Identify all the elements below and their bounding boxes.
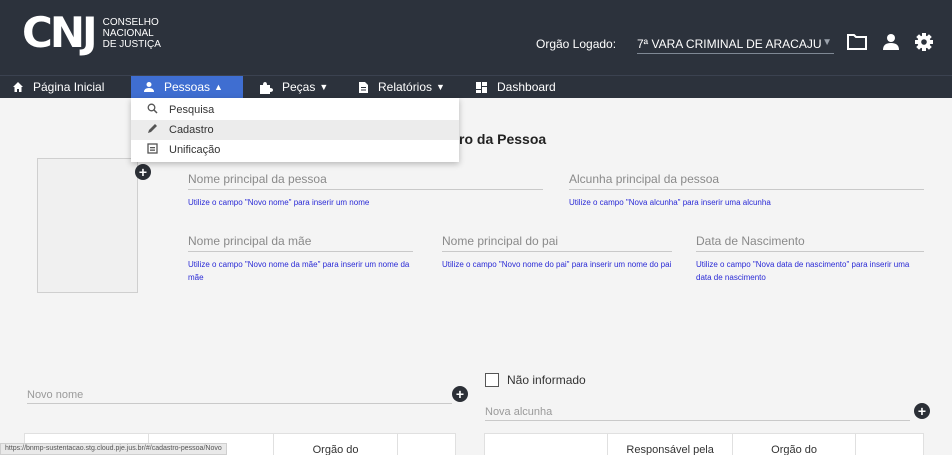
logo-line: NACIONAL: [102, 27, 154, 39]
nome-mae-field: Nome principal da mãe Utilize o campo "N…: [188, 234, 413, 284]
chevron-down-icon: ▼: [319, 82, 329, 92]
nav-item-pagina-inicial[interactable]: Página Inicial: [12, 76, 104, 98]
menu-item-label: Unificação: [169, 144, 221, 156]
data-nascimento-hint: Utilize o campo "Nova data de nascimento…: [696, 260, 910, 282]
puzzle-icon: [260, 81, 273, 94]
orgao-logado-label: Orgão Logado:: [536, 37, 617, 51]
nav-item-label: Relatórios: [378, 80, 433, 94]
table-header-cell: [856, 434, 923, 455]
nav-item-label: Pessoas: [164, 80, 211, 94]
data-nascimento-label: Data de Nascimento: [696, 234, 924, 252]
nav-item-pecas[interactable]: Peças ▼: [259, 76, 328, 98]
add-nome-icon[interactable]: +: [452, 386, 468, 402]
user-icon[interactable]: [880, 32, 902, 52]
pessoas-dropdown-menu: Pesquisa Cadastro Unificação: [131, 98, 459, 162]
menu-item-unificacao[interactable]: Unificação: [131, 140, 459, 160]
orgao-select[interactable]: 7ª VARA CRIMINAL DE ARACAJU ▼: [637, 34, 834, 54]
table-header-cell: Responsável pela: [608, 434, 733, 455]
merge-icon: [145, 143, 159, 157]
menu-item-label: Pesquisa: [169, 104, 215, 116]
nav-item-relatorios[interactable]: Relatórios ▼: [358, 76, 445, 98]
add-alcunha-icon[interactable]: +: [914, 403, 930, 419]
checkbox-box[interactable]: [485, 373, 499, 387]
main-nav: Página Inicial Pessoas ▲ Peças ▼ Relatór…: [0, 75, 952, 98]
logo-line: DE JUSTIÇA: [102, 38, 161, 50]
nao-informado-label: Não informado: [507, 373, 586, 387]
nao-informado-checkbox[interactable]: Não informado: [485, 373, 586, 387]
logo-line: CONSELHO: [102, 16, 159, 28]
cnj-logo[interactable]: CNJ CONSELHO NACIONAL DE JUSTIÇA: [22, 12, 161, 54]
logo-text: CONSELHO NACIONAL DE JUSTIÇA: [103, 17, 161, 50]
page-title: ro da Pessoa: [459, 131, 547, 147]
nav-item-label: Peças: [282, 80, 316, 94]
nav-item-label: Dashboard: [497, 80, 556, 94]
search-icon: [145, 103, 159, 117]
chevron-down-icon: ▼: [436, 82, 445, 92]
table-header-cell: [398, 434, 455, 455]
alcunhas-table-header: Responsável pela Orgão do: [484, 433, 924, 455]
menu-item-pesquisa[interactable]: Pesquisa: [131, 100, 459, 120]
alcunha-principal-label: Alcunha principal da pessoa: [569, 172, 924, 190]
person-icon: [144, 82, 154, 92]
novo-nome-input[interactable]: Novo nome: [27, 386, 452, 404]
table-header-cell: [485, 434, 609, 455]
table-header-cell: Orgão do: [733, 434, 857, 455]
data-nascimento-field: Data de Nascimento Utilize o campo "Nova…: [696, 234, 924, 284]
status-bar-url: https://bnmp-sustentacao.stg.cloud.pje.j…: [0, 443, 227, 455]
orgao-select-value: 7ª VARA CRIMINAL DE ARACAJU: [637, 37, 822, 51]
home-icon: [13, 82, 23, 92]
dashboard-icon: [476, 81, 487, 93]
nome-mae-hint: Utilize o campo "Novo nome da mãe" para …: [188, 260, 410, 282]
pencil-icon: [145, 123, 159, 137]
nome-principal-hint: Utilize o campo "Novo nome" para inserir…: [188, 198, 370, 207]
nome-pai-field: Nome principal do pai Utilize o campo "N…: [442, 234, 672, 271]
alcunha-principal-hint: Utilize o campo "Nova alcunha" para inse…: [569, 198, 771, 207]
document-icon: [359, 81, 368, 93]
gear-icon[interactable]: [913, 32, 935, 52]
logo-mark: CNJ: [22, 8, 98, 57]
add-photo-icon[interactable]: +: [135, 164, 151, 180]
app-header: CNJ CONSELHO NACIONAL DE JUSTIÇA Orgão L…: [0, 0, 952, 75]
chevron-down-icon: ▼: [822, 37, 832, 48]
folder-icon[interactable]: [846, 32, 868, 52]
nav-item-pessoas[interactable]: Pessoas ▲: [131, 76, 243, 98]
nome-pai-label: Nome principal do pai: [442, 234, 672, 252]
chevron-up-icon: ▲: [214, 82, 223, 92]
nome-pai-hint: Utilize o campo "Novo nome do pai" para …: [442, 260, 672, 269]
nome-principal-field: Nome principal da pessoa Utilize o campo…: [188, 172, 543, 209]
nome-mae-label: Nome principal da mãe: [188, 234, 413, 252]
alcunha-principal-field: Alcunha principal da pessoa Utilize o ca…: [569, 172, 924, 209]
person-photo-placeholder: [37, 158, 138, 293]
nav-item-dashboard[interactable]: Dashboard: [475, 76, 556, 98]
nova-alcunha-input[interactable]: Nova alcunha: [485, 403, 910, 421]
menu-item-cadastro[interactable]: Cadastro: [131, 120, 459, 140]
table-header-cell: Orgão do: [274, 434, 399, 455]
menu-item-label: Cadastro: [169, 124, 214, 136]
nome-principal-label: Nome principal da pessoa: [188, 172, 543, 190]
nav-item-label: Página Inicial: [33, 80, 105, 94]
